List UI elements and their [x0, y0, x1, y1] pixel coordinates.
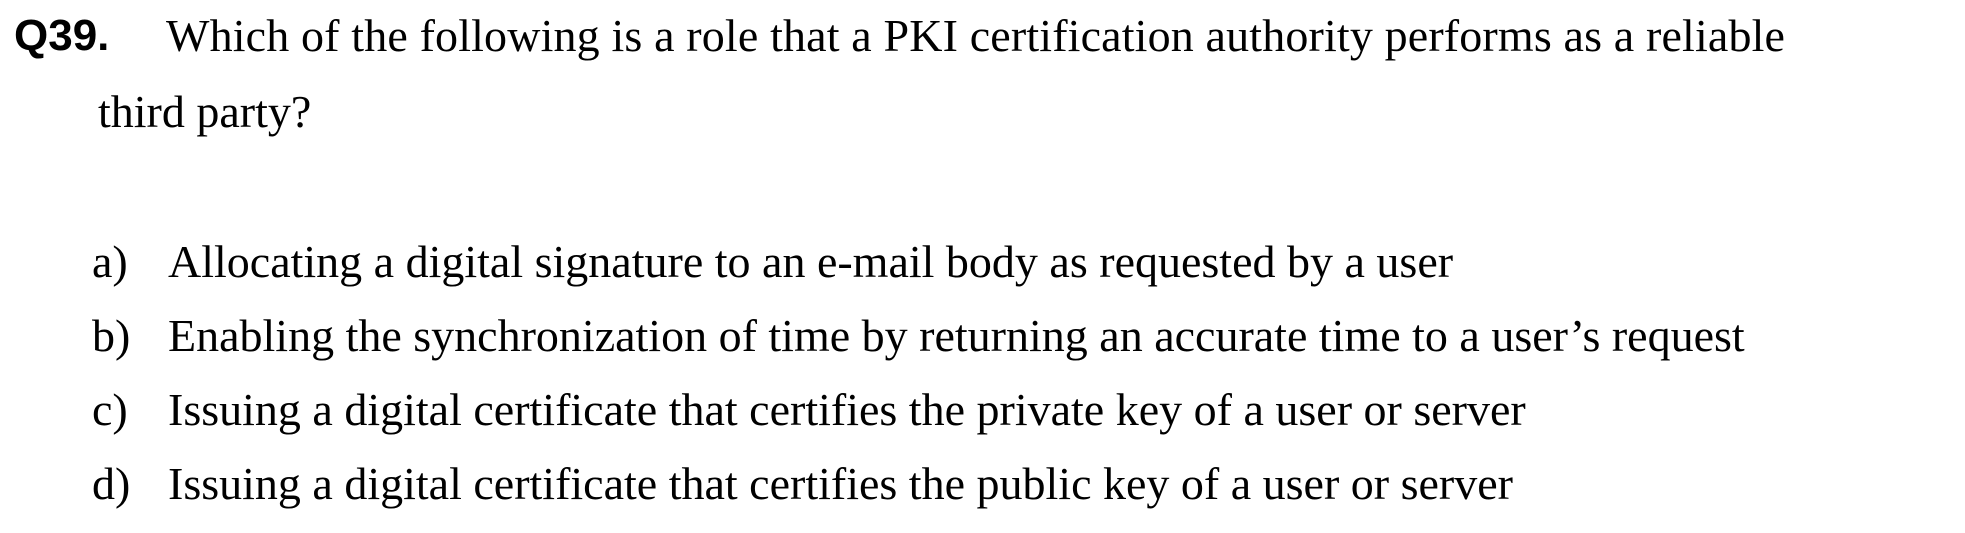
question-text-line-1: Which of the following is a role that a …: [166, 10, 1786, 61]
option-text: Enabling the synchronization of time by …: [168, 310, 1745, 361]
option-text: Issuing a digital certificate that certi…: [168, 458, 1513, 509]
question-text-line-2: third party?: [98, 86, 312, 137]
answer-options: a) Allocating a digital signature to an …: [92, 232, 1952, 528]
option-text: Issuing a digital certificate that certi…: [168, 384, 1526, 435]
option-a: a) Allocating a digital signature to an …: [92, 232, 1952, 306]
question-number: Q39.: [14, 11, 110, 60]
option-letter: c): [92, 384, 128, 435]
option-letter: b): [92, 310, 131, 361]
option-letter: d): [92, 458, 131, 509]
option-b: b) Enabling the synchronization of time …: [92, 306, 1952, 380]
option-d: d) Issuing a digital certificate that ce…: [92, 454, 1952, 528]
option-c: c) Issuing a digital certificate that ce…: [92, 380, 1952, 454]
option-letter: a): [92, 236, 128, 287]
question-stem: Q39. Which of the following is a role th…: [14, 6, 1954, 137]
question-block: Q39. Which of the following is a role th…: [14, 6, 1954, 137]
option-text: Allocating a digital signature to an e-m…: [168, 236, 1454, 287]
